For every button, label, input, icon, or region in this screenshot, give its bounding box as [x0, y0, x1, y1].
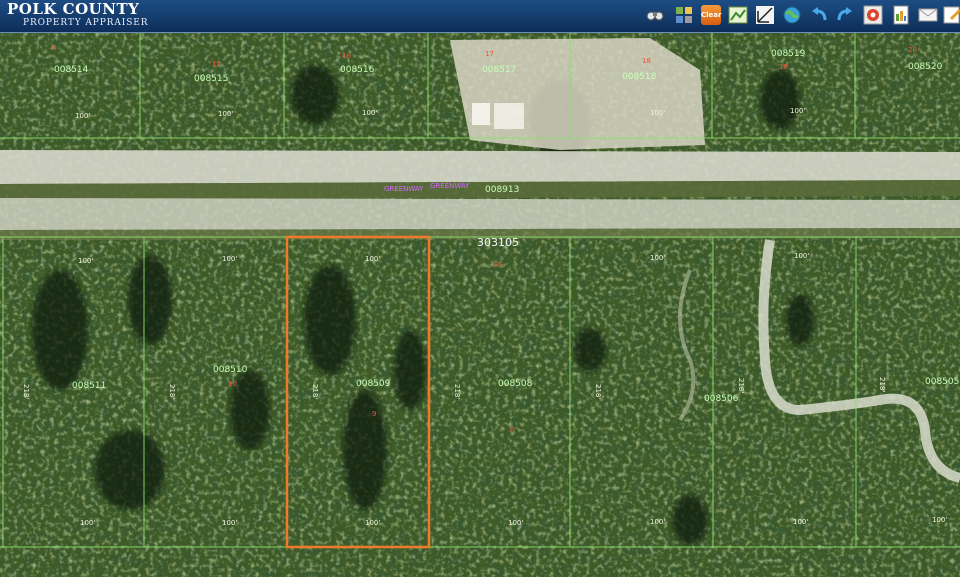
clear-icon[interactable]: Clear: [701, 5, 721, 25]
dimension-label: 100': [80, 519, 95, 527]
layers-icon[interactable]: [674, 5, 694, 25]
lot-number: 9: [372, 410, 376, 418]
side-dimension-label: 218': [737, 378, 745, 393]
lot-number: 6: [510, 426, 515, 434]
dimension-label: 100': [506, 109, 521, 117]
dimension-label: 100': [508, 519, 523, 527]
dimension-label: 100': [362, 109, 377, 117]
road-label: GREENWAY: [430, 182, 470, 190]
globe-icon[interactable]: [782, 5, 802, 25]
parcel-id-008514[interactable]: 008514: [54, 65, 89, 75]
parcel-id-008520[interactable]: 008520: [908, 62, 943, 72]
lot-number: 18: [642, 57, 651, 65]
undo-icon[interactable]: [809, 5, 829, 25]
lot-number: 8: [52, 44, 56, 52]
parcel-id-008505[interactable]: 008505: [925, 377, 959, 387]
identify-icon[interactable]: [863, 5, 883, 25]
side-dimension-label: 218': [168, 384, 176, 399]
binoculars-icon[interactable]: [645, 5, 665, 25]
parcel-id-008508[interactable]: 008508: [498, 379, 533, 389]
side-dimension-label: 218': [878, 377, 886, 392]
parcel-id-008509[interactable]: 008509: [356, 379, 391, 389]
redo-icon[interactable]: [835, 5, 855, 25]
measure-icon[interactable]: [755, 5, 775, 25]
road-lower: [0, 198, 960, 230]
lot-number: 20: [908, 46, 917, 54]
aerial-map[interactable]: 008514 008515 008516 008517 008518 00851…: [0, 33, 960, 577]
header-toolbar: POLK COUNTY PROPERTY APPRAISER Clear: [0, 0, 960, 33]
road-upper: [0, 150, 960, 184]
dimension-label: 100': [794, 252, 809, 260]
map-view-icon[interactable]: [728, 5, 748, 25]
edit-icon[interactable]: [943, 5, 960, 25]
lot-number: 15: [212, 60, 221, 68]
side-dimension-label: 218': [453, 384, 461, 399]
map-canvas[interactable]: 008514 008515 008516 008517 008518 00851…: [0, 33, 960, 577]
dimension-label: 100': [78, 257, 93, 265]
app-title: POLK COUNTY: [7, 0, 140, 18]
building-roof: [472, 103, 490, 125]
parcel-id-008506[interactable]: 008506: [704, 394, 739, 404]
side-dimension-label: 218': [22, 384, 30, 399]
dimension-label: 100': [650, 254, 665, 262]
parcel-id-008516[interactable]: 008516: [340, 65, 375, 75]
road-parcel-id[interactable]: 008913: [485, 185, 519, 195]
dimension-label: 100': [650, 109, 665, 117]
dimension-label: 100': [365, 519, 380, 527]
dimension-label: 100': [790, 107, 805, 115]
parcel-id-008510[interactable]: 008510: [213, 365, 248, 375]
lot-number: 10: [228, 380, 237, 388]
dimension-label: 100': [75, 112, 90, 120]
lot-number: 16: [342, 52, 351, 60]
lot-number: 17: [485, 50, 494, 58]
dimension-label: 100': [932, 516, 947, 524]
dimension-label: 100': [222, 519, 237, 527]
gis-map-app: POLK COUNTY PROPERTY APPRAISER Clear 008…: [0, 0, 960, 577]
road-label: GREENWAY: [384, 185, 424, 193]
parcel-id-008518[interactable]: 008518: [622, 72, 657, 82]
email-icon[interactable]: [918, 5, 938, 25]
dimension-label: 100': [650, 518, 665, 526]
parcel-id-008519[interactable]: 008519: [771, 49, 806, 59]
parcel-id-008511[interactable]: 008511: [72, 381, 106, 391]
lot-number: 85: [494, 261, 503, 269]
app-subtitle: PROPERTY APPRAISER: [23, 18, 149, 28]
side-dimension-label: 218': [594, 384, 602, 399]
dimension-label: 100': [365, 255, 380, 263]
report-icon[interactable]: [891, 5, 911, 25]
dimension-label: 100': [222, 255, 237, 263]
dimension-label: 100': [218, 110, 233, 118]
lot-number: 19: [779, 63, 788, 71]
side-dimension-label: 218': [311, 384, 319, 399]
dimension-label: 100': [793, 518, 808, 526]
subdivision-id: 303105: [477, 236, 519, 249]
parcel-id-008517[interactable]: 008517: [482, 65, 516, 75]
parcel-id-008515[interactable]: 008515: [194, 74, 228, 84]
